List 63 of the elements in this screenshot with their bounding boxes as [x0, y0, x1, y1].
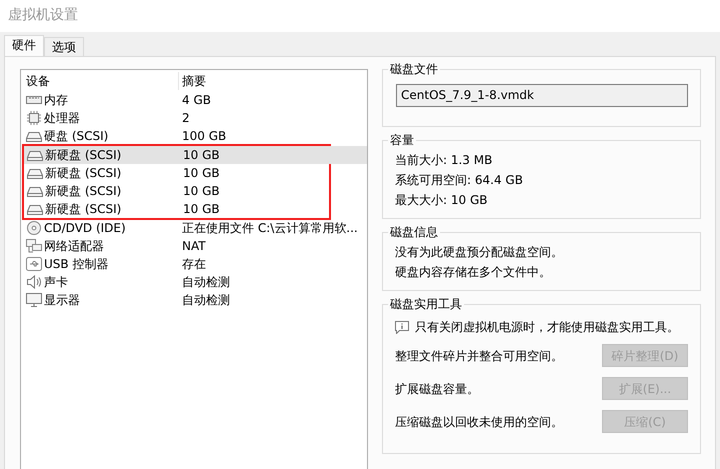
device-summary: 自动检测 — [181, 274, 231, 291]
column-header: 设备 — [23, 72, 179, 90]
window-title: 虚拟机设置 — [8, 7, 78, 23]
network-icon — [26, 239, 42, 253]
device-summary: 10 GB — [182, 147, 221, 164]
speaker-icon — [26, 275, 42, 289]
tab[interactable]: 硬件 — [4, 35, 44, 56]
device-row[interactable]: CD/DVD (IDE) 正在使用文件 C:\云计算常用软... — [23, 219, 365, 237]
info-text: 没有为此硬盘预分配磁盘空间。 — [395, 244, 564, 261]
device-row[interactable]: 新硬盘 (SCSI) 10 GB — [24, 146, 367, 164]
capacity-text: 最大大小: 10 GB — [395, 192, 488, 209]
device-row[interactable]: 新硬盘 (SCSI) 10 GB — [24, 200, 367, 218]
device-name: 网络适配器 — [44, 238, 104, 255]
chip-icon — [26, 111, 42, 125]
device-summary: 2 — [181, 110, 191, 127]
capacity-text: 当前大小: 1.3 MB — [395, 152, 494, 169]
tab[interactable]: 选项 — [44, 37, 84, 56]
device-name: USB 控制器 — [44, 256, 108, 273]
device-row[interactable]: 新硬盘 (SCSI) 10 GB — [24, 182, 367, 200]
device-summary: 正在使用文件 C:\云计算常用软... — [181, 220, 359, 237]
device-row[interactable]: 处理器 2 — [23, 109, 365, 127]
info-icon — [395, 320, 409, 334]
device-name: 新硬盘 (SCSI) — [45, 165, 122, 182]
monitor-icon — [26, 293, 42, 307]
device-summary: 自动检测 — [181, 292, 231, 309]
group-title: 磁盘信息 — [388, 224, 440, 240]
device-summary: 10 GB — [182, 165, 221, 182]
device-name: CD/DVD (IDE) — [44, 220, 126, 237]
capacity-text: 系统可用空间: 64.4 GB — [395, 172, 524, 189]
device-summary: 10 GB — [182, 201, 221, 218]
device-row[interactable]: 新硬盘 (SCSI) 10 GB — [24, 164, 367, 182]
action-text: 扩展磁盘容量。 — [395, 380, 479, 398]
group-title: 磁盘文件 — [388, 61, 440, 77]
group-title: 容量 — [388, 132, 416, 148]
disk-file-field[interactable]: CentOS_7.9_1-8.vmdk — [396, 84, 688, 107]
device-name: 内存 — [44, 92, 68, 109]
device-row[interactable]: 声卡 自动检测 — [23, 273, 365, 291]
device-row[interactable]: 内存 4 GB — [23, 91, 365, 109]
action-text: 压缩磁盘以回收未使用的空间。 — [395, 414, 563, 430]
device-name: 新硬盘 (SCSI) — [45, 147, 122, 164]
disc-icon — [26, 221, 42, 235]
device-row[interactable]: USB 控制器 存在 — [23, 255, 365, 273]
device-name: 声卡 — [44, 274, 68, 291]
device-row[interactable]: 硬盘 (SCSI) 100 GB — [23, 127, 365, 145]
device-summary: 存在 — [181, 256, 207, 273]
group-title: 磁盘实用工具 — [388, 296, 464, 312]
device-name: 处理器 — [44, 110, 80, 127]
device-summary: NAT — [181, 238, 207, 255]
usb-icon — [26, 257, 42, 271]
device-name: 硬盘 (SCSI) — [44, 128, 108, 145]
notice-text: 只有关闭虚拟机电源时，才能使用磁盘实用工具。 — [415, 319, 679, 336]
device-row[interactable]: 网络适配器 NAT — [23, 237, 365, 255]
info-text: 硬盘内容存储在多个文件中。 — [395, 264, 552, 281]
device-name: 新硬盘 (SCSI) — [45, 201, 122, 218]
action-text: 整理文件碎片并整合可用空间。 — [395, 348, 563, 364]
device-name: 新硬盘 (SCSI) — [45, 183, 122, 200]
device-summary: 100 GB — [181, 128, 228, 145]
device-summary: 10 GB — [182, 183, 221, 200]
device-name: 显示器 — [44, 292, 80, 309]
device-summary: 4 GB — [181, 92, 212, 109]
column-header: 摘要 — [181, 73, 207, 90]
device-row[interactable]: 显示器 自动检测 — [23, 291, 365, 309]
memory-icon — [26, 93, 42, 107]
